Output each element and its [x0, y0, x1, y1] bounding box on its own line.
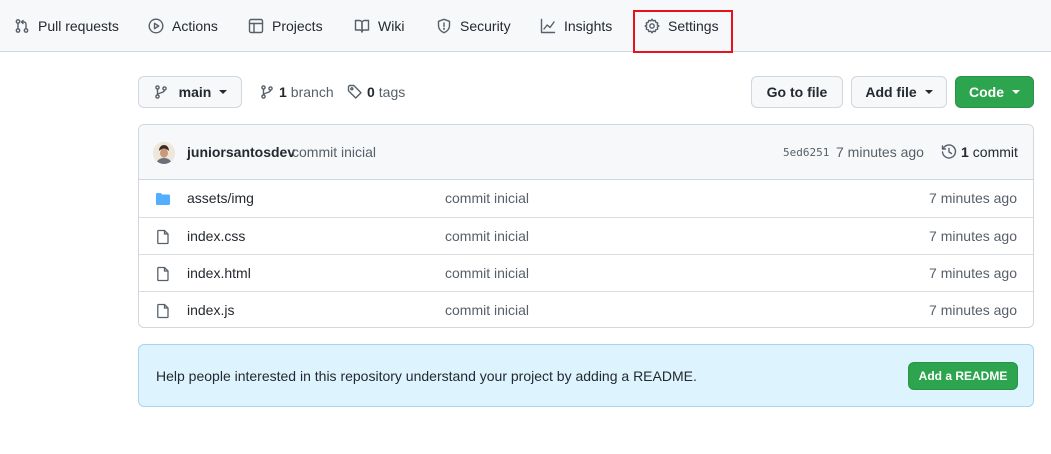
file-listing: juniorsantosdev commit inicial 5ed6251 7… [138, 124, 1034, 328]
file-name[interactable]: assets/img [187, 190, 254, 206]
branch-count: 1 [279, 84, 287, 100]
file-row-index-css[interactable]: index.css commit inicial 7 minutes ago [139, 217, 1033, 254]
latest-commit-bar: juniorsantosdev commit inicial 5ed6251 7… [139, 125, 1033, 180]
tab-insights[interactable]: Insights [540, 0, 612, 52]
commit-history-link[interactable]: 1 commit [941, 144, 1018, 160]
file-commit-message[interactable]: commit inicial [445, 228, 529, 244]
file-name[interactable]: index.js [187, 302, 234, 318]
table-icon [248, 18, 264, 34]
file-name[interactable]: index.css [187, 228, 245, 244]
file-icon [155, 229, 171, 245]
file-age: 7 minutes ago [929, 265, 1017, 281]
file-age: 7 minutes ago [929, 190, 1017, 206]
branch-icon [261, 85, 273, 99]
tab-security[interactable]: Security [436, 0, 511, 52]
commit-message[interactable]: commit inicial [292, 144, 376, 160]
tags-link[interactable]: 0 tags [347, 82, 405, 102]
folder-icon [155, 191, 171, 207]
tab-settings[interactable]: Settings [644, 0, 719, 52]
tab-label: Insights [564, 18, 613, 34]
history-icon [941, 144, 957, 159]
commit-author[interactable]: juniorsantosdev [187, 144, 295, 160]
shield-icon [437, 18, 451, 34]
commit-time: 7 minutes ago [836, 144, 924, 160]
tab-label: Security [460, 18, 511, 34]
tab-label: Pull requests [38, 18, 119, 34]
branch-name: main [178, 84, 212, 100]
play-icon [148, 18, 164, 34]
file-commit-message[interactable]: commit inicial [445, 190, 529, 206]
readme-banner: Help people interested in this repositor… [138, 344, 1034, 407]
file-age: 7 minutes ago [929, 302, 1017, 318]
chevron-down-icon [924, 90, 933, 94]
chevron-down-icon [1012, 90, 1020, 94]
file-age: 7 minutes ago [929, 228, 1017, 244]
pull-request-icon [15, 19, 29, 33]
book-icon [354, 19, 370, 33]
tab-pull-requests[interactable]: Pull requests [14, 0, 119, 52]
file-icon [155, 266, 171, 282]
tag-count: 0 [367, 84, 375, 100]
file-row-index-js[interactable]: index.js commit inicial 7 minutes ago [139, 291, 1033, 327]
file-row-index-html[interactable]: index.html commit inicial 7 minutes ago [139, 254, 1033, 291]
tab-label: Wiki [378, 18, 405, 34]
tab-label: Projects [272, 18, 323, 34]
tab-label: Settings [668, 18, 719, 34]
file-icon [155, 303, 171, 319]
file-commit-message[interactable]: commit inicial [445, 265, 529, 281]
tab-label: Actions [172, 18, 218, 34]
add-file-button[interactable]: Add file [851, 76, 947, 108]
branch-word: branch [290, 84, 334, 100]
go-to-file-button[interactable]: Go to file [751, 76, 843, 108]
code-button[interactable]: Code [955, 76, 1034, 108]
tag-word: tags [378, 84, 406, 100]
tag-icon [347, 84, 362, 99]
avatar-image [153, 142, 175, 164]
commit-count-word: commit [972, 144, 1018, 160]
tab-projects[interactable]: Projects [248, 0, 323, 52]
avatar[interactable] [153, 142, 175, 164]
chevron-down-icon [219, 90, 228, 94]
commit-count: 1 [961, 144, 969, 160]
add-file-label: Add file [865, 84, 917, 100]
branches-link[interactable]: 1 branch [259, 82, 334, 102]
repo-nav: Pull requests Actions Projects Wiki Secu… [0, 0, 1051, 53]
branch-icon [154, 85, 167, 99]
code-label: Code [969, 84, 1004, 100]
file-commit-message[interactable]: commit inicial [445, 302, 529, 318]
gear-icon [644, 18, 660, 34]
add-readme-button[interactable]: Add a README [908, 362, 1018, 390]
go-to-file-label: Go to file [766, 84, 828, 100]
graph-icon [540, 18, 556, 34]
file-row-assets-img[interactable]: assets/img commit inicial 7 minutes ago [139, 180, 1033, 217]
commit-sha[interactable]: 5ed6251 [783, 146, 829, 159]
readme-banner-text: Help people interested in this repositor… [156, 368, 697, 384]
file-name[interactable]: index.html [187, 265, 251, 281]
tab-actions[interactable]: Actions [148, 0, 218, 52]
branch-selector-button[interactable]: main [138, 76, 242, 108]
tab-wiki[interactable]: Wiki [354, 0, 404, 52]
